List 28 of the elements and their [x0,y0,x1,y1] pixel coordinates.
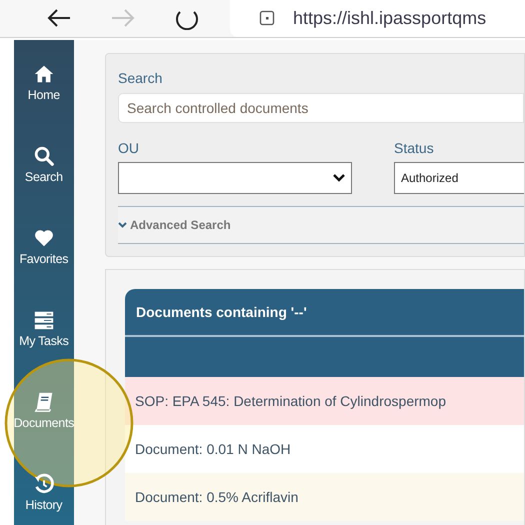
tasks-icon [32,309,55,331]
sidebar-item[interactable]: My Tasks [15,309,73,348]
document-row[interactable]: Document: 0.5% Acriflavin [125,473,524,521]
history-icon [32,473,55,495]
search-field[interactable]: Search controlled documents [118,93,524,123]
chevron-icon [118,222,127,228]
document-row[interactable]: Document: 0.01 N NaOH [125,425,524,473]
status-label: Status [394,139,435,158]
status-select[interactable]: Authorized [394,162,524,194]
sidebar-item[interactable]: History [21,473,66,512]
back-arrow-icon[interactable] [46,8,72,28]
sidebar-item[interactable]: Search [20,145,67,184]
sidebar-item[interactable]: Home [24,63,64,102]
chevron-down-icon [333,174,345,182]
page-icon [259,10,275,26]
document-row[interactable]: SOP: EPA 545: Determination of Cylindrospermop [125,377,524,425]
sidebar-item[interactable]: Favorites [15,227,72,266]
results-title: Documents containing '--' [136,302,307,322]
search-icon [32,145,55,167]
url-text: https://ishl.ipassportqms [293,9,486,27]
book-icon [32,391,55,413]
ou-label: OU [118,139,140,158]
advanced-search-toggle[interactable]: Advanced Search [118,206,524,244]
heart-icon [32,227,55,249]
search-label: Search [118,69,164,88]
ou-select[interactable] [118,162,352,194]
address-bar[interactable]: https://ishl.ipassportqms [230,0,525,37]
home-icon [32,63,55,85]
